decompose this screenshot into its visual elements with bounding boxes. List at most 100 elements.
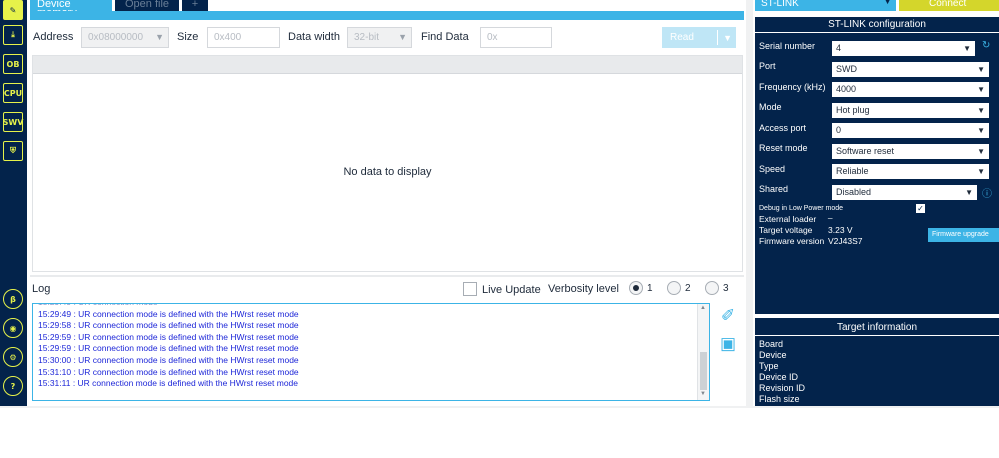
chevron-down-icon[interactable]: ▼ [723,28,732,49]
port-select[interactable]: SWD ▼ [832,62,989,77]
settings-icon[interactable]: ⚙ [3,347,23,367]
access-port-select[interactable]: 0 ▼ [832,123,989,138]
scroll-down-icon[interactable]: ▼ [700,391,706,397]
log-output[interactable]: 15:29:49 : UR connection mode 15:29:49 :… [32,303,710,401]
chevron-down-icon: ▼ [977,147,985,156]
chevron-down-icon: ▼ [977,126,985,135]
shared-select[interactable]: Disabled ▼ [832,185,977,200]
tab-open-file[interactable]: Open file [115,0,179,11]
find-data-input[interactable]: 0x [480,27,552,48]
cpu-icon[interactable]: CPU [3,83,23,103]
log-line: 15:29:59 : UR connection mode is defined… [38,331,299,342]
tab-device-memory[interactable]: Device memory [30,0,112,11]
type-label: Type [759,361,779,371]
mode-select[interactable]: Hot plug ▼ [832,103,989,118]
size-input[interactable]: 0x400 [207,27,280,48]
verbosity-option-2: 2 [685,283,691,294]
chevron-down-icon: ▼ [977,167,985,176]
mode-value: Hot plug [836,105,870,115]
refresh-icon[interactable]: ↻ [982,40,994,54]
interface-value: ST-LINK [761,0,799,9]
verbosity-radio-2[interactable] [667,281,681,295]
add-tab-button[interactable]: + [182,0,208,11]
firmware-version-value: V2J43S7 [828,236,863,246]
beta-icon[interactable]: β [3,289,23,309]
shared-value: Disabled [836,187,872,197]
serial-number-select[interactable]: 4 ▼ [832,41,975,56]
target-voltage-value: 3.23 V [828,225,853,235]
log-line: 15:29:59 : UR connection mode is defined… [38,343,299,354]
security-icon[interactable]: ⛨ [3,141,23,161]
access-port-value: 0 [836,125,842,135]
device-label: Device [759,350,787,360]
firmware-upgrade-button[interactable]: Firmware upgrade [928,228,999,242]
chevron-down-icon: ▼ [963,44,971,53]
address-value: 0x08000000 [88,32,144,43]
panel-separator [746,0,753,406]
revision-id-label: Revision ID [759,383,806,393]
ob-icon[interactable]: OB [3,54,23,74]
tab-underline [30,11,744,20]
target-info-panel: Target information Board Device Type Dev… [755,318,999,406]
info-icon[interactable]: ⓘ [982,185,994,200]
external-loader-label: External loader [759,214,817,224]
scroll-up-icon[interactable]: ▲ [700,305,706,311]
data-width-label: Data width [288,31,340,43]
serial-number-value: 4 [836,43,842,53]
bottom-border [0,406,999,408]
read-label: Read [670,32,694,43]
stlink-config-title: ST-LINK configuration [755,17,999,33]
debug-low-power-checkbox[interactable]: ✓ [916,204,925,213]
access-port-label: Access port [759,123,807,133]
memory-grid[interactable]: No data to display [32,55,743,272]
data-width-value: 32-bit [354,32,380,43]
log-line: 15:31:10 : UR connection mode is defined… [38,366,299,377]
verbosity-radio-1[interactable] [629,281,643,295]
shared-label: Shared [759,184,789,194]
download-icon[interactable]: ⤓ [3,25,23,45]
interface-select[interactable]: ST-LINK ▼ [755,0,896,11]
connect-button[interactable]: Connect [899,0,999,11]
device-id-label: Device ID [759,372,799,382]
edit-icon[interactable]: ✎ [3,0,23,20]
frequency-label: Frequency (kHz) [759,82,826,92]
log-scrollbar[interactable]: ▲ ▼ [697,304,709,400]
target-voltage-label: Target voltage [759,225,813,235]
verbosity-option-3: 3 [723,283,729,294]
address-label: Address [33,31,74,43]
splitter-handle[interactable] [30,275,744,277]
frequency-select[interactable]: 4000 ▼ [832,82,989,97]
chevron-down-icon: ▼ [883,0,892,6]
log-lines: 15:29:49 : UR connection mode 15:29:49 :… [38,304,299,390]
address-combo[interactable]: 0x08000000 ▼ [81,27,169,48]
chevron-down-icon: ▼ [977,85,985,94]
memory-grid-header [33,56,742,74]
chevron-down-icon: ▼ [155,32,164,42]
log-line: 15:31:11 : UR connection mode is defined… [38,378,299,389]
speed-value: Reliable [836,166,869,176]
port-label: Port [759,61,776,71]
board-label: Board [759,339,784,349]
help-icon[interactable]: ? [3,376,23,396]
verbosity-radio-3[interactable] [705,281,719,295]
chevron-down-icon: ▼ [965,188,973,197]
read-button-separator [717,30,718,45]
clear-log-icon[interactable]: ✐ [718,306,738,326]
target-info-title: Target information [755,318,999,336]
scroll-thumb[interactable] [700,352,707,390]
speed-select[interactable]: Reliable ▼ [832,164,989,179]
reset-mode-label: Reset mode [759,143,808,153]
data-width-select[interactable]: 32-bit ▼ [347,27,412,48]
live-update-label: Live Update [482,284,541,296]
frequency-value: 4000 [836,84,857,94]
read-button[interactable]: Read ▼ [662,27,736,48]
reset-mode-select[interactable]: Software reset ▼ [832,144,989,159]
log-line: 15:30:00 : UR connection mode is defined… [38,354,299,365]
mode-label: Mode [759,102,782,112]
swv-icon[interactable]: SWV [3,112,23,132]
log-line: 15:29:49 : UR connection mode is defined… [38,308,299,319]
chevron-down-icon: ▼ [398,32,407,42]
el-icon[interactable]: ◉ [3,318,23,338]
live-update-checkbox[interactable] [463,282,477,296]
save-log-icon[interactable]: ▣ [718,334,738,354]
